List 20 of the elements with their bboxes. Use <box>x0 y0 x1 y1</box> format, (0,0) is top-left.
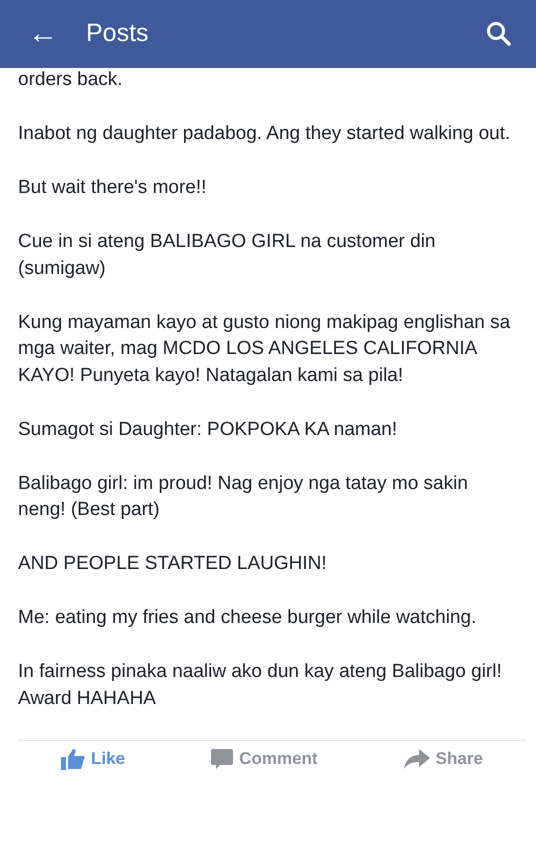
post-paragraph: Cue in si ateng BALIBAGO GIRL na customer din (sumigaw) <box>18 230 436 280</box>
share-arrow-icon <box>404 749 430 769</box>
post-paragraph: Inabot ng daughter padabog. Ang they started walking out. <box>18 122 512 146</box>
share-button[interactable]: Share <box>404 746 483 772</box>
like-button[interactable]: Like <box>61 746 126 772</box>
post-paragraph: Me: eating my fries and cheese burger while watching. <box>18 606 478 630</box>
speech-bubble-icon <box>211 748 234 770</box>
back-button[interactable]: ← <box>28 19 58 49</box>
page-title: Posts <box>86 18 149 50</box>
post-paragraph: AND PEOPLE STARTED LAUGHIN! <box>18 552 328 576</box>
thumbs-up-icon <box>61 748 86 770</box>
post-paragraph: In fairness pinaka naaliw ako dun kay ateng Balibago girl! Award HAHAHA <box>18 660 503 710</box>
post-paragraph: But wait there's more!! <box>18 176 208 200</box>
comment-button[interactable]: Comment <box>211 746 318 772</box>
post-paragraph: orders back. <box>18 68 124 92</box>
post-paragraph: Sumagot si Daughter: POKPOKA KA naman! <box>18 418 398 442</box>
search-icon <box>486 21 512 47</box>
post-paragraph: Balibago girl: im proud! Nag enjoy nga tatay mo sakin neng! (Best part) <box>18 472 469 522</box>
search-button[interactable] <box>486 21 512 47</box>
post-paragraph: Kung mayaman kayo at gusto niong makipag englishan sa mga waiter, mag MCDO LOS ANGELES CALIFORNIA KAYO! Punyeta kayo! Natagalan kami sa pila! <box>18 310 512 388</box>
